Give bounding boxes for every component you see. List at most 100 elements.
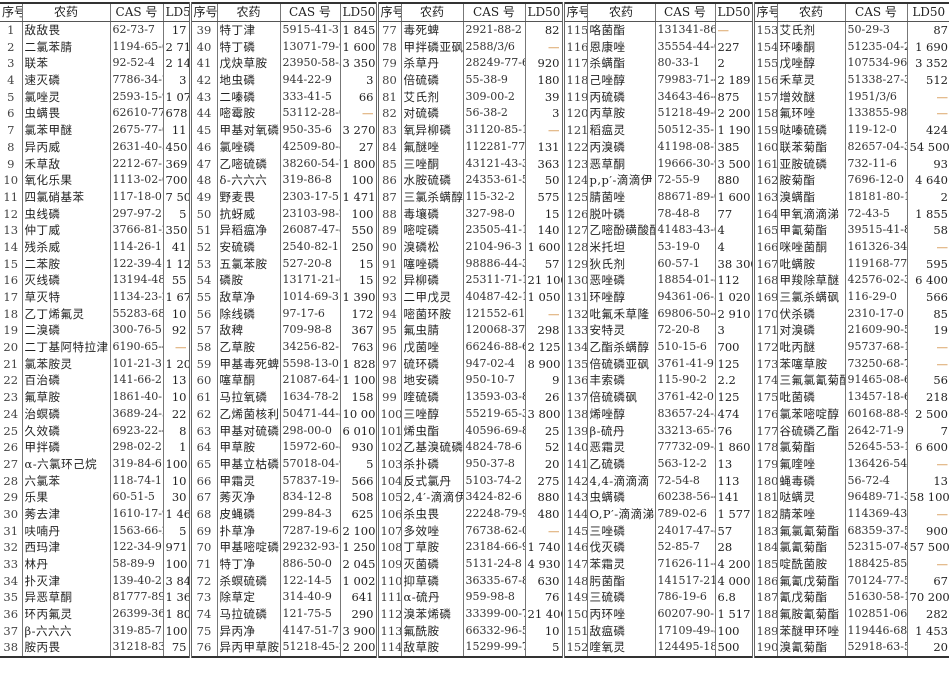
cell-serial-number: 78 — [375, 38, 401, 56]
cell-cas-number: 3766-81-2 — [109, 221, 163, 239]
cell-ld50: 2 200 — [714, 105, 753, 122]
cell-pesticide-name: 腈苯唑 — [776, 505, 845, 523]
cell-ld50: 1 250 — [339, 539, 377, 556]
cell-serial-number: 57 — [188, 322, 217, 339]
cell-serial-number: 92 — [375, 272, 401, 289]
cell-cas-number: 7287-19-6 — [279, 522, 340, 539]
cell-serial-number: 114 — [375, 639, 401, 657]
cell-cas-number: 161326-34-7 — [844, 238, 907, 256]
cell-pesticide-name: 氰戊菊酯 — [776, 589, 845, 606]
cell-ld50: — — [906, 105, 949, 122]
cell-cas-number: 95737-68-1 — [844, 338, 907, 356]
cell-cas-number: 15972-60-8 — [279, 438, 340, 456]
cell-cas-number: 947-02-4 — [462, 355, 525, 373]
cell-pesticide-name: 增效醚 — [776, 88, 845, 106]
cell-pesticide-name: 异恶草酮 — [21, 589, 110, 606]
cell-pesticide-name: 二甲戊灵 — [400, 288, 463, 306]
cell-ld50: 52 — [524, 438, 563, 456]
cell-ld50: 100 — [162, 555, 190, 573]
cell-ld50: 880 — [714, 171, 753, 189]
cell-cas-number: 56-38-2 — [462, 105, 525, 122]
cell-ld50: 131 — [524, 138, 563, 156]
cell-ld50: 1 855 — [906, 205, 949, 222]
cell-serial-number: 133 — [561, 322, 587, 339]
cell-cas-number: 91465-08-6 — [844, 372, 907, 389]
cell-pesticide-name: 蝇毒磷 — [776, 472, 845, 489]
cell-serial-number: 84 — [375, 138, 401, 156]
cell-cas-number: 119446-68-3 — [844, 622, 907, 640]
cell-ld50: 1 860 — [714, 438, 753, 456]
cell-serial-number: 109 — [375, 555, 401, 573]
cell-ld50: 2 100 — [339, 522, 377, 539]
cell-cas-number: 18181-80-1 — [844, 188, 907, 206]
cell-cas-number: 79983-71-4 — [654, 71, 715, 89]
cell-serial-number: 86 — [375, 171, 401, 189]
cell-cas-number: 319-86-8 — [279, 171, 340, 189]
cell-ld50: 2 — [714, 55, 753, 72]
cell-ld50: 15 — [339, 272, 377, 289]
cell-cas-number: 60168-88-9 — [844, 405, 907, 423]
cell-cas-number: 300-76-5 — [109, 322, 163, 339]
table-row: 13仲丁威3766-81-235051异稻瘟净26087-47-855089嘧啶… — [0, 221, 949, 239]
cell-cas-number: 26399-36-0 — [109, 605, 163, 623]
cell-cas-number: 60207-90-1 — [654, 605, 715, 623]
cell-cas-number: 1634-78-2 — [279, 388, 340, 406]
cell-pesticide-name: 氯氰菊酯 — [776, 539, 845, 556]
table-row: 1 敌敌畏 62-73-7 17 39 特丁津 5915-41-3 1 845 77 毒死蜱 292… — [0, 21, 949, 39]
cell-cas-number: 57837-19-1 — [279, 472, 340, 489]
cell-serial-number: 22 — [3, 373, 19, 388]
cell-serial-number: 44 — [188, 105, 217, 122]
cell-cas-number: 83657-24-3 — [654, 405, 715, 423]
cell-cas-number: 33399-00-7 — [462, 605, 525, 623]
cell-pesticide-name: 氟草胺 — [21, 388, 110, 406]
cell-pesticide-name: 氟氰戊菊酯 — [776, 572, 845, 590]
cell-cas-number: 122-14-5 — [279, 572, 340, 590]
cell-pesticide-name: 杀扑磷 — [400, 455, 463, 473]
cell-ld50: 112 — [714, 272, 753, 289]
cell-serial-number: 39 — [188, 21, 217, 39]
cell-cas-number: 13457-18-6 — [844, 388, 907, 406]
cell-ld50: 1 369 — [162, 589, 190, 606]
cell-serial-number: 101 — [375, 422, 401, 439]
cell-serial-number: 62 — [188, 405, 217, 423]
cell-serial-number: 14 — [3, 239, 19, 254]
cell-ld50: 880 — [524, 488, 563, 506]
cell-ld50: 2 710 — [162, 38, 190, 56]
cell-cas-number: 80-33-1 — [654, 55, 715, 72]
cell-serial-number: 119 — [561, 88, 587, 106]
cell-pesticide-name: 禾草敌 — [21, 155, 110, 172]
cell-ld50: 500 — [714, 639, 753, 657]
cell-ld50: 10 — [162, 388, 190, 406]
cell-serial-number: 96 — [375, 338, 401, 356]
cell-cas-number: 2212-67-1 — [109, 155, 163, 172]
cell-serial-number: 125 — [561, 188, 587, 206]
cell-ld50: 275 — [524, 472, 563, 489]
cell-serial-number: 189 — [751, 622, 777, 640]
cell-serial-number: 29 — [3, 490, 19, 505]
cell-cas-number: 141-66-2 — [109, 372, 163, 389]
table-row: 36环丙氟灵26399-36-01 80874马拉硫磷121-75-529011… — [0, 605, 949, 623]
cell-ld50: 87 — [906, 21, 949, 39]
cell-cas-number: 886-50-0 — [279, 555, 340, 573]
cell-pesticide-name: 腈菌唑 — [586, 188, 655, 206]
cell-pesticide-name: 甲基对氧磷 — [216, 121, 280, 139]
table-row: 19 二溴磷 300-76-5 92 57 敌稗 709-98-8 367 95 氟虫腈 12006… — [0, 322, 949, 339]
cell-cas-number: 40596-69-8 — [462, 422, 525, 439]
cell-ld50: 3 350 — [339, 55, 377, 72]
cell-pesticide-name: 残杀威 — [21, 238, 110, 256]
cell-cas-number: 23184-66-9 — [462, 539, 525, 556]
cell-ld50: 1 — [162, 438, 190, 456]
cell-ld50: — — [524, 305, 563, 323]
cell-serial-number: 58 — [188, 338, 217, 356]
cell-serial-number: 81 — [375, 88, 401, 106]
cell-cas-number: 60238-56-4 — [654, 488, 715, 506]
cell-ld50: 26 — [524, 388, 563, 406]
cell-ld50: 4 000 — [714, 572, 753, 590]
cell-pesticide-name: 对溴磷 — [776, 322, 845, 339]
cell-ld50: 625 — [339, 505, 377, 523]
cell-cas-number: 52315-07-8 — [844, 539, 907, 556]
cell-ld50: 3 900 — [339, 622, 377, 640]
cell-serial-number: 161 — [751, 155, 777, 172]
cell-ld50: 1 002 — [339, 572, 377, 590]
cell-ld50: 2 045 — [339, 555, 377, 573]
